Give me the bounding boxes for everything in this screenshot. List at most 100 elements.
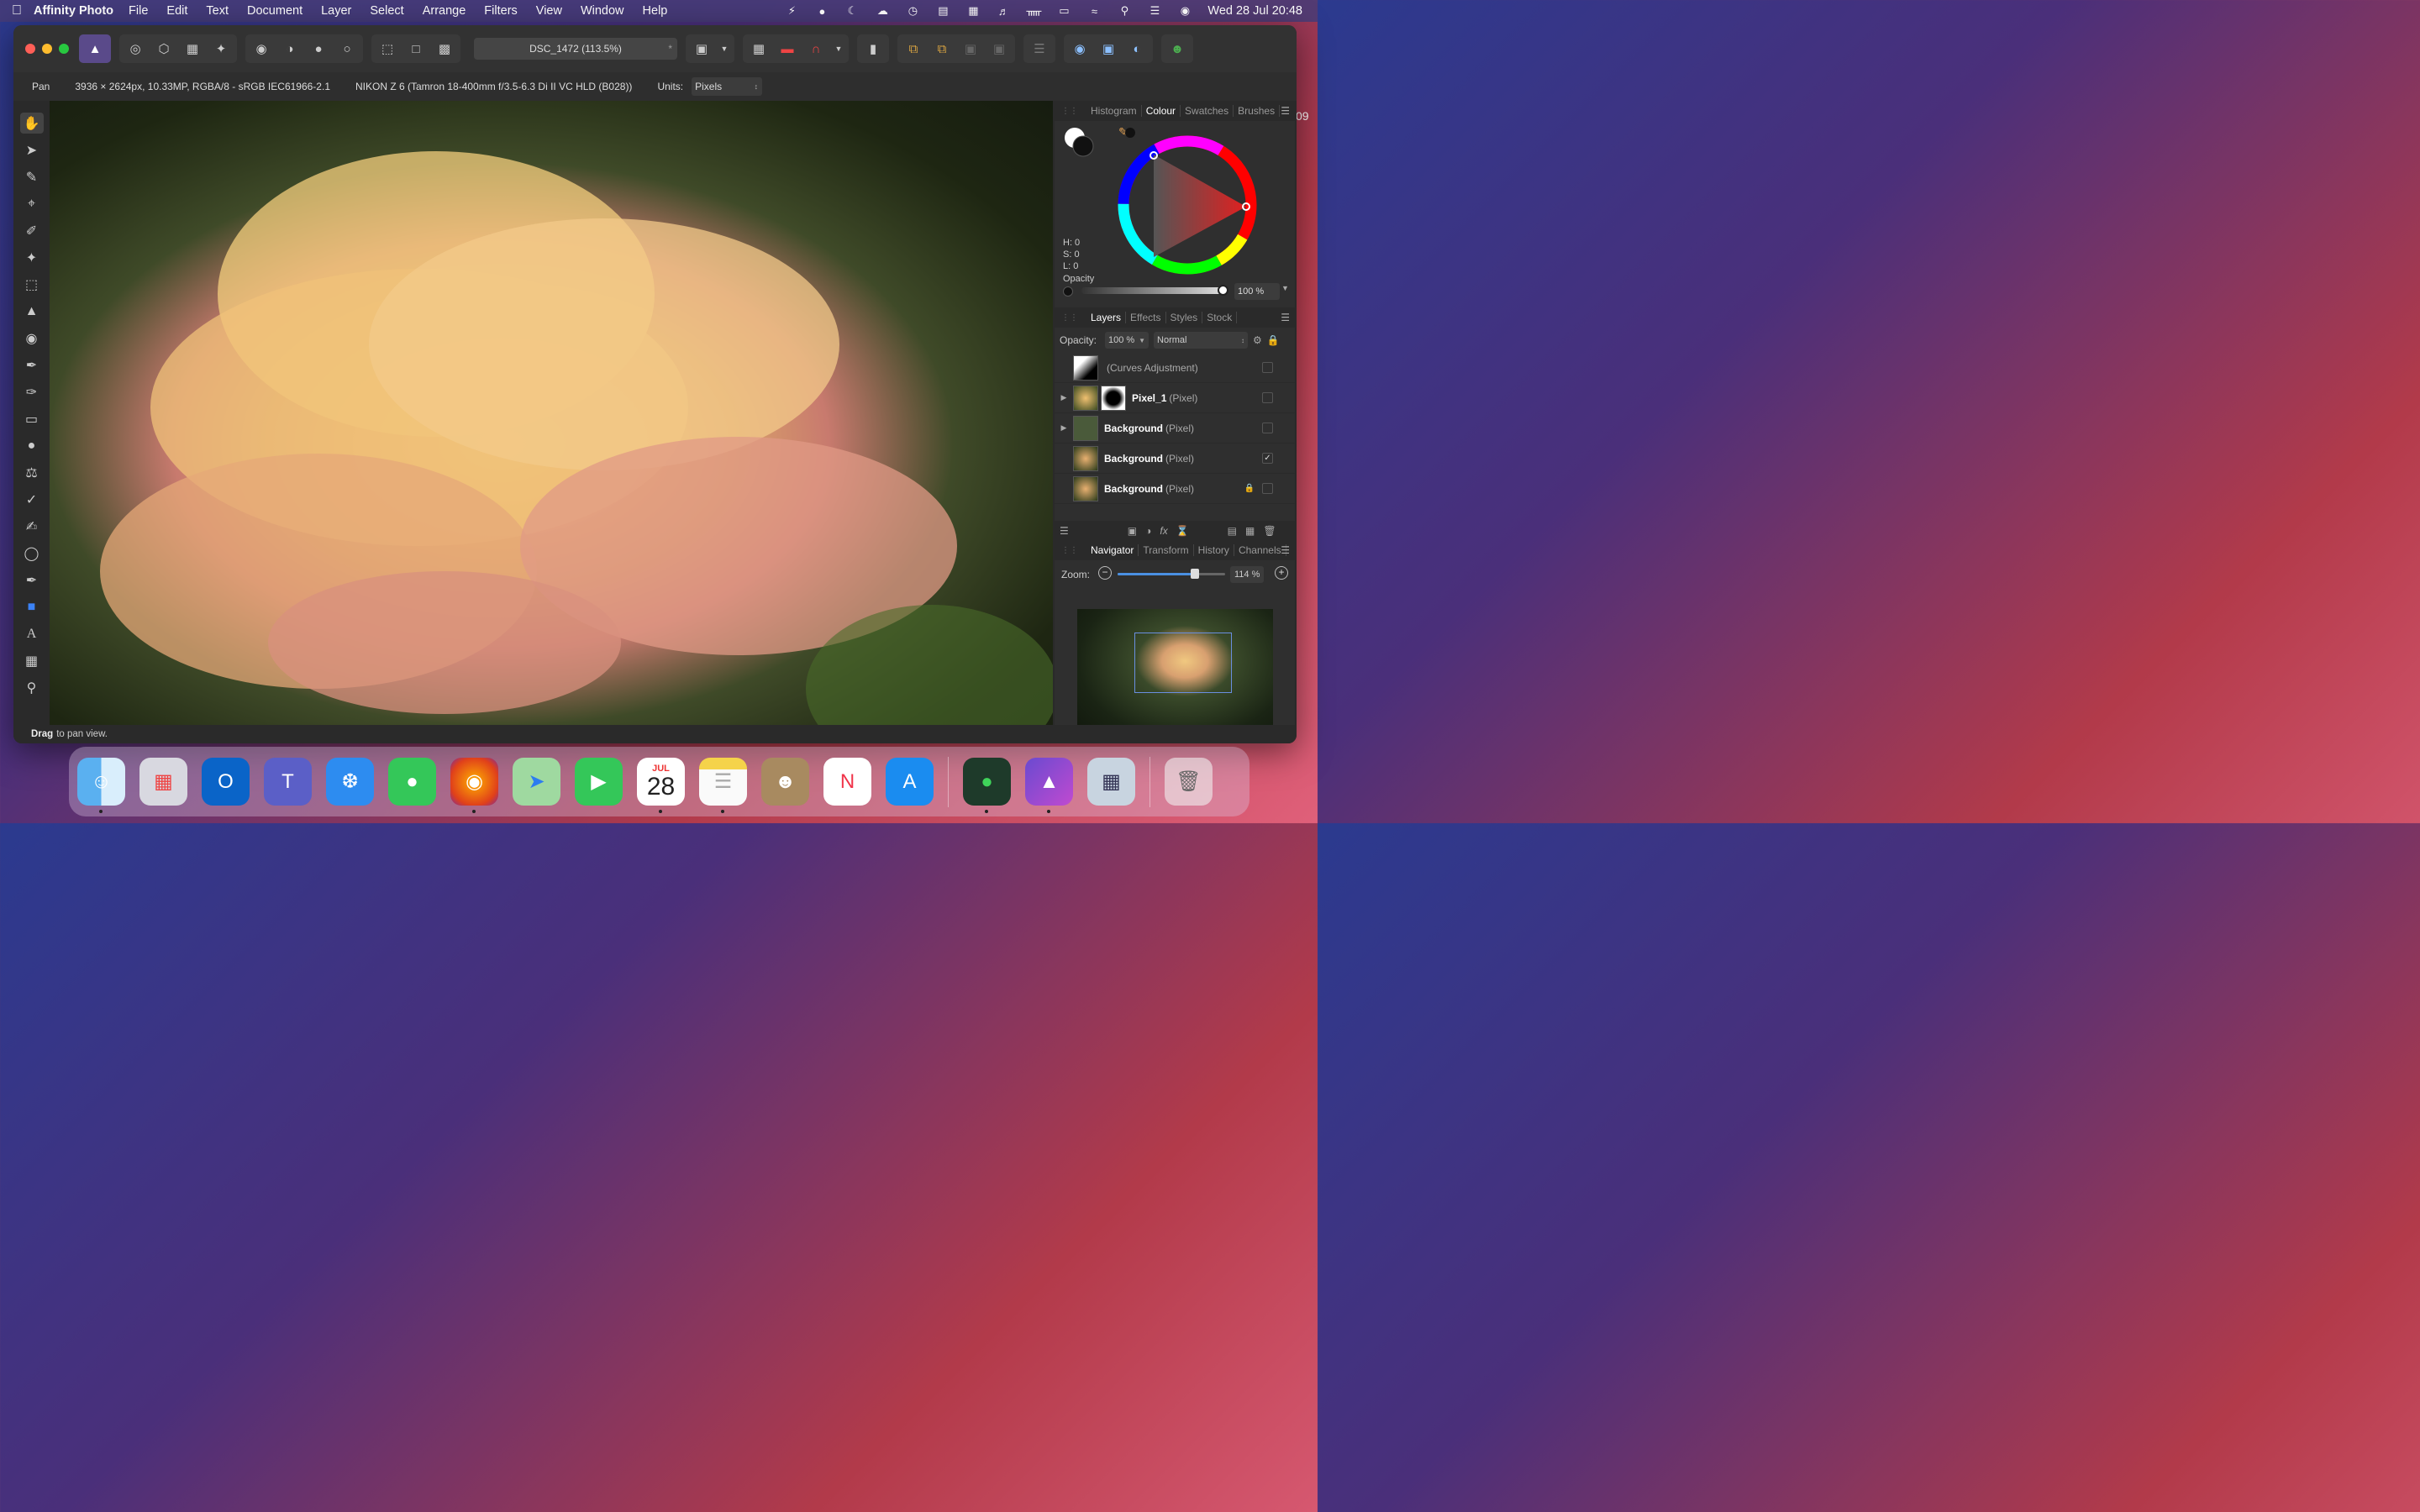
facetime-icon[interactable]: ▶ (575, 758, 623, 806)
snapping-chevron-down-icon[interactable]: ▼ (832, 36, 845, 61)
colour-picker-tool-icon[interactable]: ✎ (20, 166, 44, 187)
affinity-photo-icon[interactable]: ▲ (1025, 758, 1073, 813)
blemish-removal-tool-icon[interactable]: ✓ (20, 489, 44, 510)
quick-mask-icon[interactable]: ▣ (689, 36, 714, 61)
menu-layer[interactable]: Layer (321, 4, 351, 18)
export-persona-icon[interactable]: ✦ (208, 36, 234, 61)
layer-row[interactable]: ▶ Pixel_1 (Pixel) (1055, 383, 1295, 413)
gradient-tool-icon[interactable]: ◉ (20, 328, 44, 349)
menu-document[interactable]: Document (247, 4, 302, 18)
document-canvas[interactable] (50, 101, 1053, 725)
move-to-front-icon[interactable]: ▣ (958, 36, 983, 61)
develop-persona-icon[interactable]: ⬡ (151, 36, 176, 61)
flood-fill-tool-icon[interactable]: ▲ (20, 301, 44, 322)
minimize-window-button[interactable] (42, 44, 52, 54)
layer-row[interactable]: (Curves Adjustment) (1055, 353, 1295, 383)
contacts-icon[interactable]: ☻ (761, 758, 809, 806)
tab-styles[interactable]: Styles (1166, 312, 1203, 323)
finder-icon[interactable]: ☺ (77, 758, 125, 813)
colour-opacity-input[interactable]: 100 % (1234, 283, 1280, 300)
mesh-warp-tool-icon[interactable]: ▦ (20, 650, 44, 671)
erase-brush-tool-icon[interactable]: ▭ (20, 408, 44, 429)
grid-icon[interactable]: ▦ (746, 36, 771, 61)
navigator-panel-menu-icon[interactable]: ☰ (1281, 544, 1290, 556)
outlook-icon[interactable]: O (202, 758, 250, 806)
trash-icon[interactable]: 🗑 (1165, 758, 1213, 806)
menu-window[interactable]: Window (581, 4, 624, 18)
crop-tool-icon[interactable]: ⌖ (20, 193, 44, 214)
layer-opacity-input[interactable]: 100 % ▼ (1105, 332, 1150, 349)
tab-layers[interactable]: Layers (1086, 312, 1127, 323)
wifi-icon[interactable]: ≈ (1086, 4, 1102, 18)
layer-row[interactable]: Background (Pixel) ✓ (1055, 444, 1295, 474)
layer-visibility-checkbox[interactable] (1262, 483, 1273, 494)
new-pixel-layer-icon[interactable]: ▦ (1245, 525, 1255, 537)
artistic-text-tool-icon[interactable]: A (20, 623, 44, 644)
tab-histogram[interactable]: Histogram (1086, 105, 1142, 117)
snapping-magnet-icon[interactable]: ∩ (803, 36, 829, 61)
layer-visibility-checkbox-checked[interactable]: ✓ (1262, 453, 1273, 464)
tab-brushes[interactable]: Brushes (1234, 105, 1281, 117)
mask-layer-icon[interactable]: ▣ (1128, 525, 1137, 537)
menu-text[interactable]: Text (206, 4, 229, 18)
chat-icon[interactable]: ● (963, 758, 1011, 813)
selection-brush-tool-icon[interactable]: ✐ (20, 220, 44, 241)
tab-transform[interactable]: Transform (1139, 544, 1194, 556)
layer-lock-icon[interactable]: 🔒 (1267, 334, 1280, 346)
bolt-icon[interactable]: ⚡ (784, 4, 799, 18)
blend-mode-select[interactable]: Normal ↕ (1154, 332, 1249, 349)
volume-icon[interactable]: ♬ (996, 4, 1011, 18)
layer-settings-gear-icon[interactable]: ⚙ (1253, 334, 1262, 346)
layer-row[interactable]: Background (Pixel) 🔒 (1055, 474, 1295, 504)
auto-colour-icon[interactable]: ● (306, 36, 331, 61)
memory-icon[interactable]: ▦ (965, 4, 981, 18)
deselect-icon[interactable]: □ (403, 36, 429, 61)
menubar-clock[interactable]: Wed 28 Jul 20:48 (1207, 4, 1302, 18)
zoom-value-input[interactable]: 114 % (1230, 566, 1264, 583)
zoom-in-plus-icon[interactable]: + (1275, 566, 1288, 580)
add-boolean-icon[interactable]: ◉ (1067, 36, 1092, 61)
zoom-slider-knob[interactable] (1191, 569, 1200, 579)
tone-mapping-persona-icon[interactable]: ▦ (180, 36, 205, 61)
user-account-icon[interactable]: ☻ (1165, 36, 1190, 61)
colour-opacity-slider-knob[interactable] (1218, 285, 1228, 296)
select-all-icon[interactable]: ⬚ (375, 36, 400, 61)
notes-icon[interactable]: ☰ (699, 758, 747, 813)
chat-bubble-icon[interactable]: ● (814, 4, 829, 18)
colour-replacement-tool-icon[interactable]: ✑ (20, 381, 44, 402)
tab-navigator[interactable]: Navigator (1086, 544, 1139, 556)
layer-expand-icon[interactable]: ▶ (1055, 393, 1073, 402)
safari-icon[interactable]: ❆ (326, 758, 374, 806)
layers-stack-icon[interactable]: ☰ (1060, 525, 1069, 537)
teams-icon[interactable]: T (264, 758, 312, 806)
bluetooth-icon[interactable]: ᚅ (1026, 4, 1042, 18)
paint-brush-tool-icon[interactable]: ✒ (20, 354, 44, 375)
zoom-slider[interactable] (1118, 569, 1225, 579)
move-to-back-icon[interactable]: ▣ (986, 36, 1012, 61)
navigator-preview[interactable] (1077, 609, 1273, 739)
menu-filters[interactable]: Filters (484, 4, 517, 18)
adjustment-layer-icon[interactable]: ◑ (1145, 525, 1151, 537)
move-forward-icon[interactable]: ⧉ (929, 36, 955, 61)
menu-file[interactable]: File (129, 4, 148, 18)
subtract-boolean-icon[interactable]: ▣ (1096, 36, 1121, 61)
firefox-icon[interactable]: ◉ (450, 758, 498, 813)
tab-colour[interactable]: Colour (1142, 105, 1181, 117)
align-icon[interactable]: ☰ (1027, 36, 1052, 61)
pen-tool-icon[interactable]: ✒ (20, 570, 44, 591)
layer-visibility-checkbox[interactable] (1262, 392, 1273, 403)
layer-locked-icon[interactable]: 🔒 (1244, 484, 1255, 493)
maps-icon[interactable]: ➤ (513, 758, 560, 806)
launchpad-icon[interactable]: ▦ (139, 758, 187, 806)
auto-levels-icon[interactable]: ◉ (249, 36, 274, 61)
tab-swatches[interactable]: Swatches (1181, 105, 1234, 117)
calendar-icon[interactable]: JUL 28 (637, 758, 685, 813)
news-icon[interactable]: N (823, 758, 871, 806)
layers-panel-menu-icon[interactable]: ☰ (1281, 312, 1290, 323)
zoom-window-button[interactable] (59, 44, 69, 54)
moon-icon[interactable]: ☾ (844, 4, 860, 18)
flashlight-icon[interactable]: ▮ (860, 36, 886, 61)
photo-persona-icon[interactable]: ▲ (82, 36, 108, 61)
group-folder-icon[interactable]: ▤ (1228, 525, 1237, 537)
layers-panel-grip-icon[interactable]: ⋮⋮ (1061, 313, 1078, 323)
